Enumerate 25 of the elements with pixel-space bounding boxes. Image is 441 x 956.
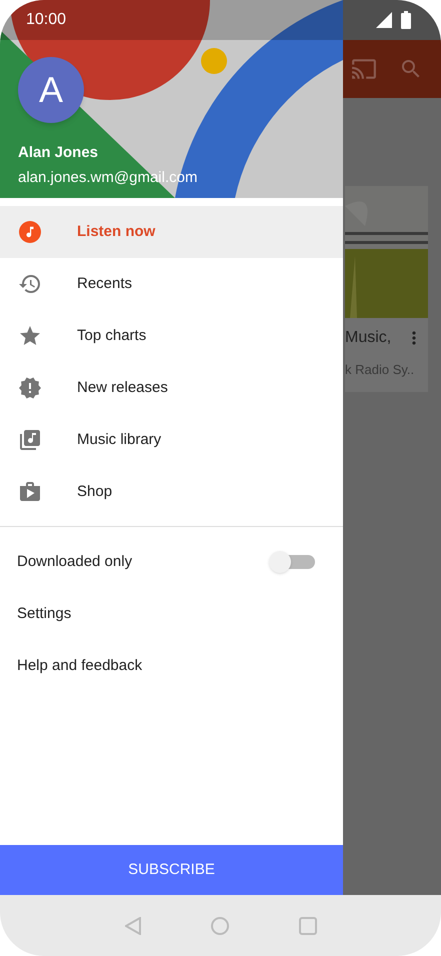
downloaded-only-switch[interactable] [269, 552, 315, 572]
shopping-bag-icon [18, 480, 42, 504]
battery-icon [401, 11, 411, 29]
back-icon[interactable] [124, 916, 140, 934]
drawer-item[interactable]: Music library [0, 414, 343, 466]
home-icon[interactable] [210, 916, 228, 934]
drawer-item[interactable]: Recents [0, 258, 343, 310]
badge-alert-icon [18, 376, 42, 400]
drawer-item[interactable]: New releases [0, 362, 343, 414]
status-time: 10:00 [26, 10, 66, 30]
drawer-item[interactable]: Listen now [0, 206, 343, 258]
downloaded-only-label: Downloaded only [17, 552, 132, 572]
subscribe-button[interactable]: SUBSCRIBE [0, 845, 343, 895]
drawer-link[interactable]: Settings [0, 588, 343, 640]
account-name: Alan Jones [18, 143, 100, 163]
card-title: Music, [345, 328, 392, 348]
music-library-icon [18, 428, 42, 452]
history-icon [18, 272, 42, 296]
music-note-icon [19, 221, 41, 243]
recents-icon[interactable] [298, 916, 316, 934]
signal-icon [375, 11, 393, 29]
drawer-item[interactable]: Top charts [0, 310, 343, 362]
drawer-item[interactable]: Shop [0, 466, 343, 518]
drawer-link[interactable]: Help and feedback [0, 640, 343, 692]
downloaded-only-row[interactable]: Downloaded only [0, 536, 343, 588]
